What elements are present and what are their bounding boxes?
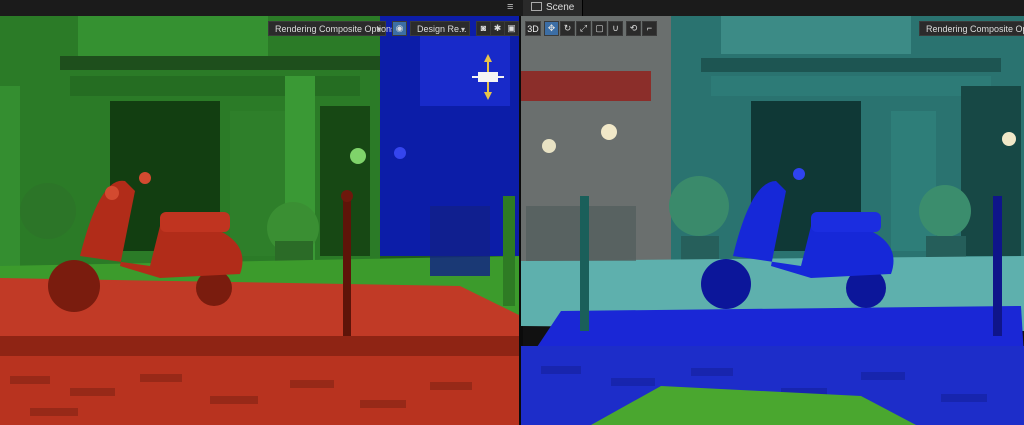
rect-tool-icon: ▢	[595, 23, 604, 33]
scene-tab-icon	[531, 2, 542, 11]
screenshot-button[interactable]: ▣	[504, 21, 519, 36]
chevron-down-icon: ▾	[376, 25, 381, 34]
design-resolution-label: Design Re...	[417, 24, 467, 34]
awning	[711, 76, 991, 96]
gizmo-y-arrow-icon	[484, 54, 492, 62]
refresh-button[interactable]: ⟲	[626, 21, 641, 36]
settings-button[interactable]: ✱	[490, 21, 505, 36]
chevron-down-icon: ▾	[460, 25, 465, 34]
magnet-tool-button[interactable]: ∪	[608, 21, 623, 36]
orientation-gizmo[interactable]	[468, 52, 508, 102]
plant-left	[20, 183, 76, 239]
right-scene-render	[521, 16, 1024, 425]
move-tool-button[interactable]: ✥	[544, 21, 559, 36]
lightbulb-icon: ◉	[395, 23, 404, 33]
hamburger-menu-icon[interactable]: ≡	[507, 1, 513, 13]
tab-scene[interactable]: Scene	[523, 0, 584, 16]
scale-tool-button[interactable]: ⤢	[576, 21, 591, 36]
cafe-sign	[721, 16, 911, 54]
bollard	[580, 196, 589, 331]
left-scene-viewport[interactable]: Rendering Composite Options ▾ ◉ Design R…	[0, 16, 521, 425]
plant-left	[669, 176, 729, 236]
composite-options-label: Rendering Composite Options	[926, 24, 1024, 34]
cafe-sign	[78, 16, 268, 56]
rect-tool-button[interactable]: ▢	[592, 21, 607, 36]
tab-scene-label: Scene	[546, 2, 575, 13]
rotate-tool-button[interactable]: ↻	[560, 21, 575, 36]
magnet-icon: ∪	[612, 23, 619, 33]
camera-button[interactable]: ◙	[476, 21, 491, 36]
red-awning	[521, 71, 651, 101]
screen-icon: ▣	[507, 23, 516, 33]
scale-icon: ⤢	[579, 23, 588, 33]
plant-right	[919, 185, 971, 237]
move-icon: ✥	[547, 23, 556, 33]
camera-icon: ◙	[480, 23, 487, 33]
gear-icon: ✱	[493, 23, 502, 33]
left-scene-render	[0, 16, 521, 425]
design-resolution-dropdown[interactable]: Design Re... ▾	[410, 21, 470, 36]
top-bar: ≡	[0, 0, 1024, 17]
rotate-icon: ↻	[563, 23, 572, 33]
awning	[70, 76, 360, 96]
composite-options-dropdown[interactable]: Rendering Composite Options ▾	[268, 21, 396, 36]
right-scene-viewport[interactable]: 3D ✥ ↻ ⤢ ▢ ∪ ⟲ ⌐ Rendering Composite Opt…	[521, 16, 1024, 425]
transform-space-button[interactable]: ⌐	[642, 21, 657, 36]
refresh-icon: ⟲	[629, 23, 638, 33]
3d-mode-label: 3D	[527, 24, 539, 34]
transform-space-icon: ⌐	[646, 23, 653, 33]
gizmo-y-neg-arrow-icon	[484, 92, 492, 100]
bollard-right	[993, 196, 1002, 336]
3d-mode-button[interactable]: 3D	[525, 21, 541, 36]
bulb-toggle-button[interactable]: ◉	[392, 21, 407, 36]
bollard	[343, 196, 351, 336]
composite-options-dropdown[interactable]: Rendering Composite Options	[919, 21, 1024, 36]
